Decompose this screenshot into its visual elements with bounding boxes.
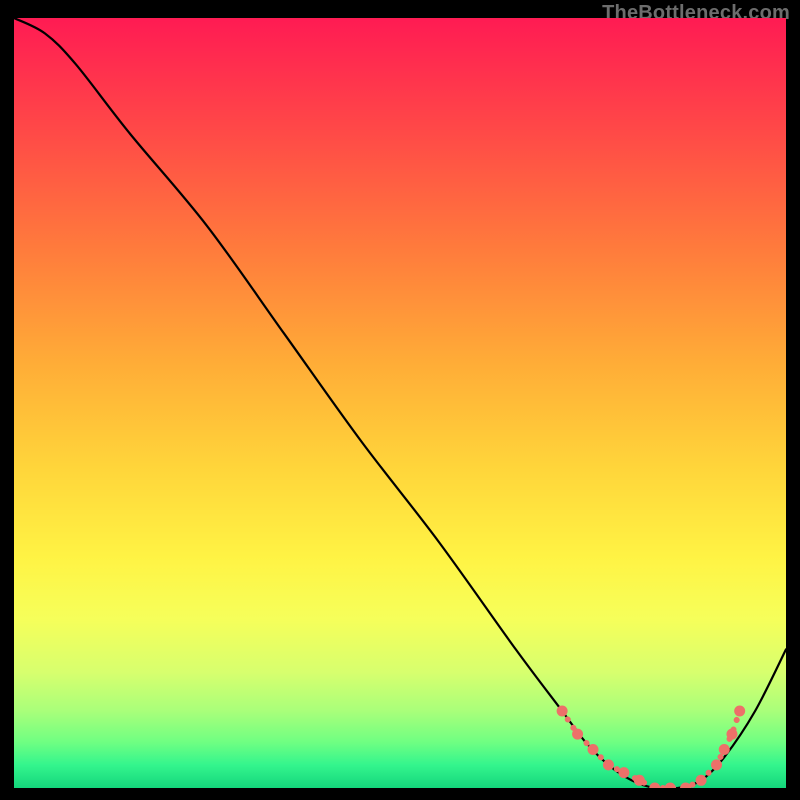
chart-stage: TheBottleneck.com xyxy=(0,0,800,800)
marker-dot xyxy=(719,744,730,755)
marker-dot xyxy=(734,706,745,717)
marker-dot xyxy=(634,775,645,786)
marker-dot xyxy=(711,759,722,770)
marker-dot xyxy=(726,729,737,740)
marker-dot xyxy=(572,729,583,740)
marker-dot xyxy=(696,775,707,786)
marker-dot xyxy=(603,759,614,770)
marker-dot xyxy=(618,767,629,778)
chart-plot xyxy=(14,18,786,788)
marker-dot xyxy=(588,744,599,755)
marker-dot xyxy=(557,706,568,717)
